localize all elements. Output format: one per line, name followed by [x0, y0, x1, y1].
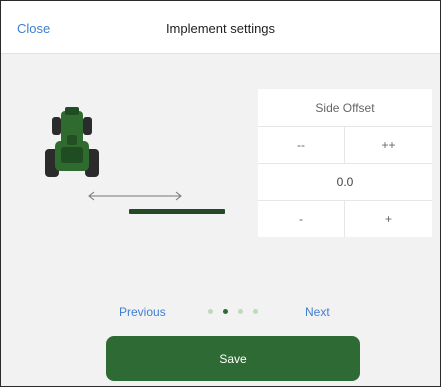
increment-button[interactable]: + — [345, 201, 432, 237]
decrement-large-button[interactable]: -- — [258, 127, 345, 163]
page-dot-active — [223, 309, 228, 314]
side-offset-value: 0.0 — [258, 164, 432, 200]
previous-button[interactable]: Previous — [119, 305, 166, 319]
side-offset-panel: Side Offset -- ++ 0.0 - + — [258, 89, 432, 237]
next-button[interactable]: Next — [305, 305, 330, 319]
decrement-button[interactable]: - — [258, 201, 345, 237]
increment-large-button[interactable]: ++ — [345, 127, 432, 163]
page-title: Implement settings — [165, 21, 276, 36]
page-dot — [253, 309, 258, 314]
side-offset-title: Side Offset — [258, 89, 432, 126]
page-dot — [238, 309, 243, 314]
page-dot — [208, 309, 213, 314]
tractor-icon — [45, 107, 99, 177]
implement-bar — [129, 209, 225, 214]
header-bar: Close Implement settings — [1, 1, 440, 54]
page-indicator — [208, 309, 258, 314]
width-arrow-icon — [88, 191, 182, 201]
implement-settings-screen: Close Implement settings Side Offset -- … — [0, 0, 441, 387]
save-button[interactable]: Save — [106, 336, 360, 381]
